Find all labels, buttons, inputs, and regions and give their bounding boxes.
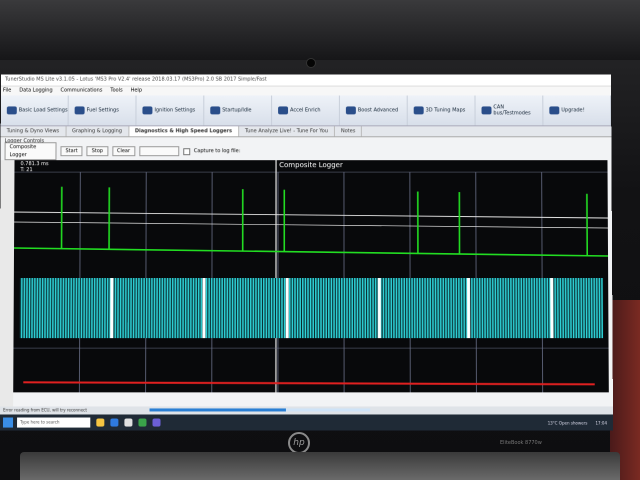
tab-4[interactable]: Notes [334,126,363,137]
main-toolbar: Basic Load Settings Fuel Settings Ignition… [0,95,612,127]
menu-item-tools[interactable]: Tools [110,88,122,94]
clock-text[interactable]: 17:04 [595,420,607,425]
logger-controls: Composite Logger Start Stop Clear Captur… [1,142,612,161]
store-icon[interactable] [124,418,133,427]
can-icon [481,106,492,115]
capture-checkbox[interactable] [182,147,190,155]
menu-item-file[interactable]: File [3,88,11,94]
chart-title: Composite Logger [279,161,343,170]
missing-tooth-gap [202,277,206,338]
toolbar-button-5[interactable]: Boost Advanced [339,95,408,126]
toolbar-button-label: Upgrade! [561,107,585,114]
fuel-icon [74,106,85,115]
app-icon[interactable] [152,418,161,427]
laptop-lid-top [0,0,640,60]
file-explorer-icon[interactable] [96,418,105,427]
upgrade-icon [549,106,560,115]
toolbar-button-label: Fuel Settings [86,107,119,114]
tab-3[interactable]: Tune Analyze Live! - Tune For You [239,126,335,137]
toolbar-button-label: Ignition Settings [154,107,196,114]
menu-bar: File Data Logging Communications Tools Help [0,86,612,96]
hp-logo: hp [288,432,310,454]
toolbar-button-label: Accel Enrich [290,107,321,114]
settings-icon [6,106,17,115]
toolbar-button-2[interactable]: Ignition Settings [136,95,205,126]
toolbar-button-1[interactable]: Fuel Settings [68,95,137,126]
chrome-icon[interactable] [138,418,147,427]
webcam [306,58,316,68]
progress-fill [149,408,287,412]
missing-tooth-gap [377,277,381,338]
laptop-model-label: EliteBook 8770w [500,440,542,446]
menu-item-communications[interactable]: Communications [61,88,103,94]
tab-0[interactable]: Tuning & Dyno Views [0,126,67,137]
chart-readout: 0.781.3 ms T: 21 [20,161,48,173]
toolbar-button-6[interactable]: 3D Tuning Maps [407,95,476,126]
taskbar-search[interactable]: Type here to search [17,417,91,428]
missing-tooth-gap [549,277,553,338]
toolbar-button-label: CAN bus/Testmodes [493,104,531,117]
toolbar-button-7[interactable]: CAN bus/Testmodes [475,95,544,126]
start-button[interactable]: Start [60,146,83,157]
toolbar-button-label: Basic Load Settings [18,107,68,114]
windows-start-icon[interactable] [2,417,14,428]
logger-chart [13,160,609,392]
keyboard-edge [20,452,620,480]
idle-icon [210,106,221,115]
log-file-field[interactable] [138,146,179,157]
logger-controls-label: Logger Controls [4,138,45,145]
toolbar-button-label: Boost Advanced [357,107,399,114]
toolbar-button-3[interactable]: Startup/Idle [204,95,273,126]
toolbar-button-0[interactable]: Basic Load Settings [0,95,69,126]
tab-1[interactable]: Graphing & Logging [66,126,129,137]
chart-background [13,160,609,393]
capture-label: Capture to log file: [193,148,241,155]
stop-button[interactable]: Stop [86,146,109,157]
toolbar-button-8[interactable]: Upgrade! [543,95,612,126]
missing-tooth-gap [466,277,470,338]
readout-tooth: T: 21 [20,167,33,174]
view-tabs: Tuning & Dyno Views Graphing & Logging Dia… [0,126,612,138]
toolbar-button-label: 3D Tuning Maps [425,107,466,114]
logger-type-select[interactable]: Composite Logger [4,142,57,161]
system-tray: 13°C Open showers 17:04 [548,420,613,425]
edge-icon[interactable] [110,418,119,427]
boost-icon [345,106,356,115]
missing-tooth-gap [285,277,289,338]
tab-2[interactable]: Diagnostics & High Speed Loggers [128,126,240,137]
laptop-screen: TunerStudio MS Lite v3.1.05 - Lotus 'MS3… [0,74,614,431]
missing-tooth-gap [109,277,114,338]
clear-button[interactable]: Clear [111,146,136,157]
toolbar-button-4[interactable]: Accel Enrich [272,95,340,126]
accel-icon [278,106,289,115]
composite-logger-plot: Composite Logger 0.781.3 ms T: 21 [13,160,609,392]
ignition-icon [142,106,153,115]
windows-taskbar: Type here to search 13°C Open showers 17… [0,414,614,431]
weather-text[interactable]: 13°C Open showers [548,420,588,425]
toolbar-button-label: Startup/Idle [222,107,252,114]
menu-item-help[interactable]: Help [131,88,142,94]
status-progress [149,408,371,412]
menu-item-data-logging[interactable]: Data Logging [19,88,52,94]
maps-icon [413,106,424,115]
window-title: TunerStudio MS Lite v3.1.05 - Lotus 'MS3… [0,74,612,87]
